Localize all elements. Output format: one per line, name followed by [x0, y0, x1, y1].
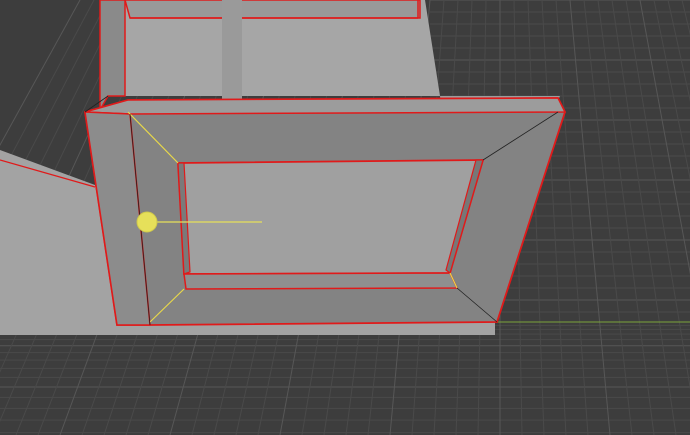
wall-left-top-face [124, 0, 421, 19]
door-frame-top-face [84, 97, 567, 115]
pillar[interactable] [222, 0, 242, 100]
wall-left[interactable] [99, 0, 126, 113]
3d-viewport[interactable] [0, 0, 690, 435]
door-frame-sill [183, 272, 459, 290]
area-light-icon[interactable] [136, 211, 158, 233]
door-frame-opening[interactable] [177, 159, 485, 275]
